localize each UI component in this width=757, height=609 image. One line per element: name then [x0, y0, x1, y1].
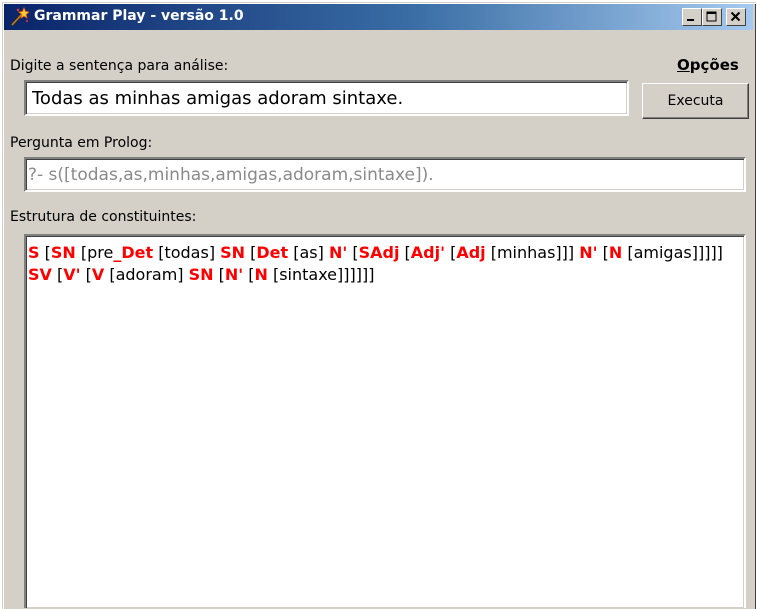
structure-label: Estrutura de constituintes: — [10, 209, 197, 225]
bracket-text: [ — [444, 243, 457, 262]
category-label: Adj' — [410, 243, 445, 262]
bracket-text: [ — [597, 243, 609, 262]
title-bar[interactable]: Grammar Play - versão 1.0 — [4, 4, 753, 30]
options-menu-accel: O — [677, 56, 690, 74]
category-label: N — [254, 265, 268, 284]
category-label: N' — [579, 243, 598, 262]
category-label: SN — [50, 243, 76, 262]
execute-button[interactable]: Executa — [642, 83, 749, 119]
category-label: N' — [328, 243, 348, 262]
options-menu-label: pções — [689, 56, 739, 74]
category-label: N' — [224, 265, 244, 284]
category-label: N — [608, 243, 623, 262]
category-label: SN — [220, 243, 246, 262]
close-button[interactable] — [726, 8, 746, 26]
category-label: V' — [63, 265, 81, 284]
sentence-input[interactable] — [24, 80, 629, 116]
category-label: _Det — [113, 243, 154, 262]
bracket-text: [ — [51, 265, 64, 284]
constituent-structure-output[interactable]: S [SN [pre_Det [todas] SN [Det [as] N' [… — [24, 234, 746, 608]
bracket-text: [minhas]]] — [485, 243, 580, 262]
bracket-text: [todas] — [153, 243, 221, 262]
bracket-text: [sintaxe]]]]]] — [267, 265, 375, 284]
close-icon — [730, 11, 741, 22]
bracket-text: [ — [243, 265, 255, 284]
category-label: SV — [28, 265, 52, 284]
maximize-icon — [706, 11, 717, 22]
category-label: S — [28, 243, 40, 262]
bracket-text: [pre — [75, 243, 114, 262]
bracket-text: [ — [39, 243, 51, 262]
bracket-text: [ — [213, 265, 225, 284]
options-menu[interactable]: Opções — [677, 56, 739, 74]
bracket-text: [ — [80, 265, 92, 284]
prolog-query-field[interactable]: ?- s([todas,as,minhas,amigas,adoram,sint… — [24, 157, 746, 192]
window-title: Grammar Play - versão 1.0 — [34, 8, 244, 24]
category-label: SN — [188, 265, 214, 284]
bracket-text: [adoram] — [104, 265, 189, 284]
magic-wand-icon[interactable] — [9, 7, 29, 27]
category-label: SAdj — [358, 243, 400, 262]
bracket-text: [ — [347, 243, 359, 262]
bracket-text: [ — [245, 243, 257, 262]
category-label: Det — [256, 243, 289, 262]
sentence-label: Digite a sentença para análise: — [10, 58, 229, 74]
category-label: V — [91, 265, 105, 284]
bracket-text: [as] — [288, 243, 329, 262]
bracket-text: [ — [399, 243, 411, 262]
prolog-label: Pergunta em Prolog: — [10, 135, 153, 151]
category-label: Adj — [456, 243, 486, 262]
maximize-button[interactable] — [702, 8, 722, 26]
bracket-text: [amigas]]]]] — [622, 243, 723, 262]
minimize-button[interactable] — [682, 8, 702, 26]
minimize-icon — [687, 19, 694, 21]
